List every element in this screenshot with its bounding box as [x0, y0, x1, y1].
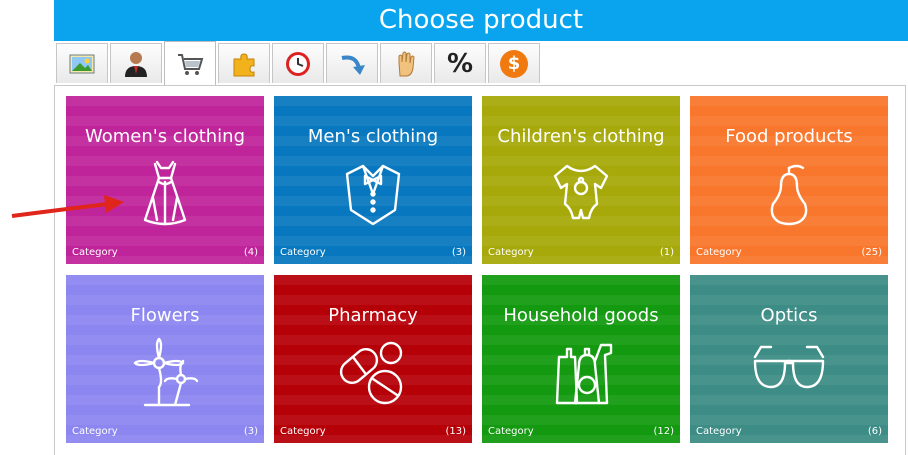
tile-count: (3) [451, 247, 466, 258]
tile-category-label: Category [280, 426, 326, 437]
puzzle-icon [233, 52, 255, 76]
tab-bar: % $ [56, 41, 542, 86]
tab-hand[interactable] [380, 43, 432, 83]
tile-count: (12) [653, 426, 674, 437]
category-tile-pharmacy[interactable]: Pharmacy Category (13) [274, 275, 472, 443]
tuxedo-icon [333, 154, 413, 230]
category-tile-household-goods[interactable]: Household goods Category (12) [482, 275, 680, 443]
dollar-glyph: $ [507, 53, 521, 74]
tile-title: Household goods [503, 305, 659, 326]
page-title: Choose product [378, 5, 584, 35]
tile-title: Women's clothing [84, 126, 246, 147]
tab-user[interactable] [110, 43, 162, 83]
flower-icon [125, 333, 205, 409]
detergents-icon [541, 333, 621, 409]
percent-icon: % [446, 48, 474, 79]
cart-icon [178, 53, 204, 75]
category-tile-children-s-clothing[interactable]: Children's clothing Category (1) [482, 96, 680, 264]
tile-title: Optics [760, 305, 818, 326]
picture-icon [69, 54, 95, 73]
pointer-arrow-icon [11, 195, 124, 218]
tile-count: (1) [659, 247, 674, 258]
tile-category-label: Category [488, 247, 534, 258]
tile-count: (6) [867, 426, 882, 437]
tile-count: (25) [861, 247, 882, 258]
tile-category-label: Category [72, 426, 118, 437]
category-tile-flowers[interactable]: Flowers Category (3) [66, 275, 264, 443]
glasses-icon [749, 333, 829, 409]
category-tile-food-products[interactable]: Food products Category (25) [690, 96, 888, 264]
tile-title: Children's clothing [497, 126, 665, 147]
tile-title: Pharmacy [328, 305, 418, 326]
tab-dollar[interactable]: $ [488, 43, 540, 83]
tile-category-label: Category [696, 247, 742, 258]
category-tile-women-s-clothing[interactable]: Women's clothing Category (4) [66, 96, 264, 264]
category-tile-men-s-clothing[interactable]: Men's clothing Category (3) [274, 96, 472, 264]
clock-icon [286, 51, 310, 76]
tile-title: Food products [725, 126, 853, 147]
tab-return[interactable] [326, 43, 378, 83]
tile-count: (3) [243, 426, 258, 437]
tile-category-label: Category [488, 426, 534, 437]
category-tile-optics[interactable]: Optics Category (6) [690, 275, 888, 443]
tile-category-label: Category [280, 247, 326, 258]
tile-count: (4) [243, 247, 258, 258]
tile-category-label: Category [696, 426, 742, 437]
tab-percent[interactable]: % [434, 43, 486, 83]
user-icon [125, 51, 147, 77]
baby-clothes-icon [541, 154, 621, 230]
tile-title: Flowers [130, 305, 200, 326]
pills-icon [333, 333, 413, 409]
tab-picture[interactable] [56, 43, 108, 83]
return-arrow-icon [341, 55, 365, 75]
tile-title: Men's clothing [307, 126, 439, 147]
tab-clock[interactable] [272, 43, 324, 83]
hand-icon [398, 51, 415, 76]
tile-category-label: Category [72, 247, 118, 258]
dollar-icon: $ [500, 49, 528, 78]
header-bar: Choose product [54, 0, 908, 41]
dress-icon [125, 154, 205, 230]
tab-puzzle[interactable] [218, 43, 270, 83]
tab-cart[interactable] [164, 41, 216, 85]
pear-icon [749, 154, 829, 230]
tile-count: (13) [445, 426, 466, 437]
